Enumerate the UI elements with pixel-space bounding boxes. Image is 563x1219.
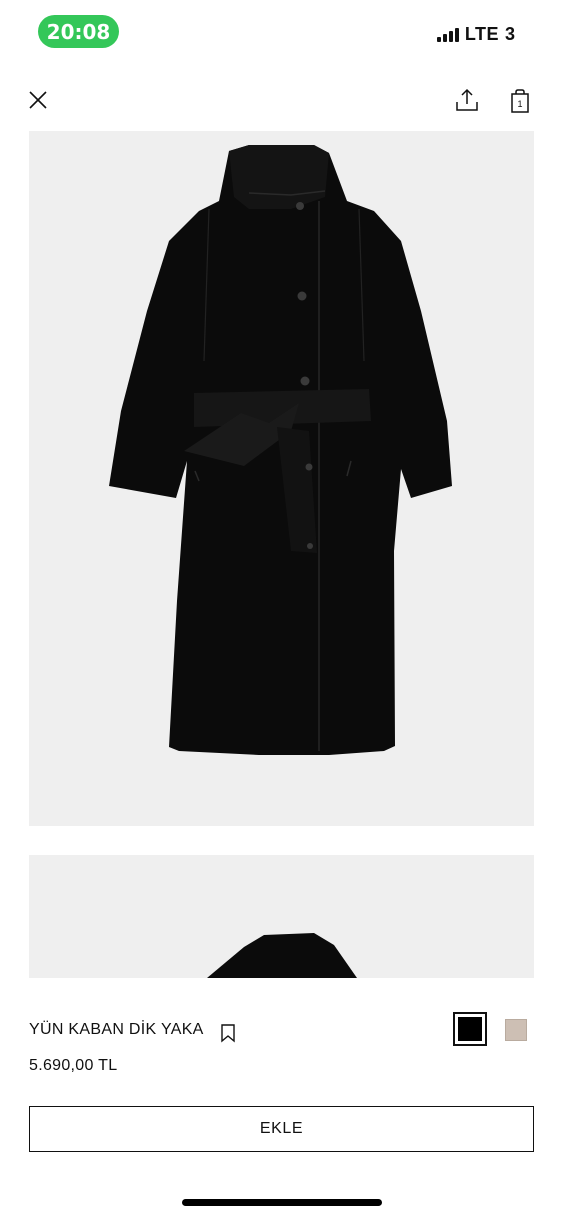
add-to-cart-button[interactable]: EKLE [29,1106,534,1152]
color-swatch-black-fill [458,1017,482,1041]
product-gallery[interactable] [29,131,534,978]
close-icon [29,91,47,109]
color-swatch-black[interactable] [453,1012,487,1046]
close-button[interactable] [24,86,52,114]
bookmark-icon [221,1024,235,1043]
cart-count: 1 [517,99,522,109]
top-nav: 1 [0,80,563,120]
network-type: LTE [464,23,499,44]
shopping-bag-icon: 1 [511,89,529,113]
share-icon [456,88,478,111]
cart-button[interactable]: 1 [506,86,534,114]
status-indicators: LTE 3 [436,22,515,46]
coat-illustration [109,145,452,755]
product-price: 5.690,00 TL [29,1057,118,1074]
status-time: 20:08 [38,15,119,48]
signal-icon [436,26,459,42]
coat-collar-illustration [207,933,357,978]
product-name: YÜN KABAN DİK YAKA [29,1021,204,1038]
bookmark-button[interactable] [220,1023,236,1043]
battery-level: 3 [504,23,515,44]
product-image-secondary[interactable] [29,855,534,978]
color-swatch-beige[interactable] [505,1019,527,1041]
status-bar: 20:08 LTE 3 [0,0,563,62]
product-image[interactable] [29,131,534,826]
home-indicator [182,1199,382,1206]
share-button[interactable] [453,86,481,114]
